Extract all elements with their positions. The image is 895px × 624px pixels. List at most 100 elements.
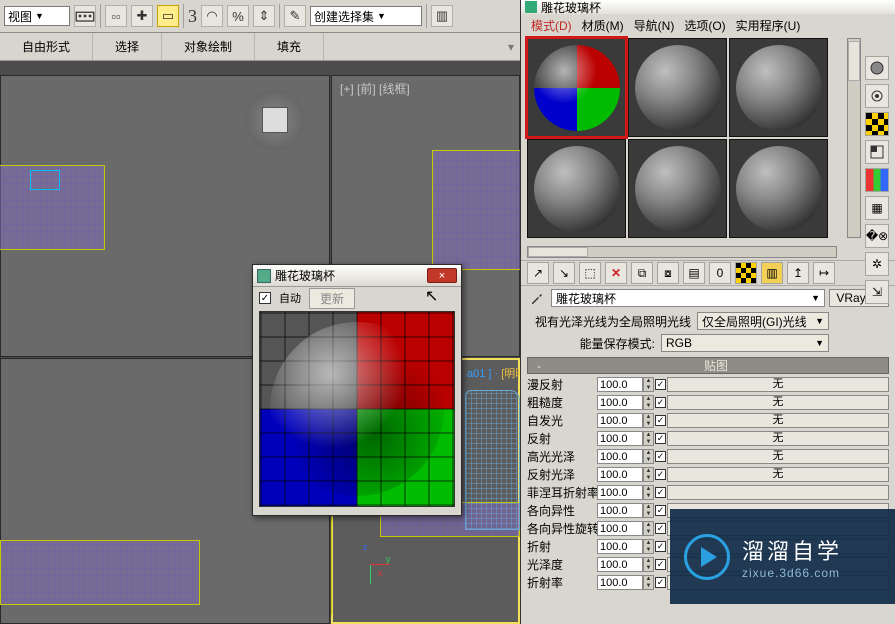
backlight-icon[interactable] [865,84,889,108]
map-enable-checkbox[interactable]: ✓ [655,505,666,516]
map-enable-checkbox[interactable]: ✓ [655,397,666,408]
menu-nav[interactable]: 导航(N) [630,16,679,35]
map-amount-spinner[interactable]: ▲▼ [643,503,654,518]
material-slot-4[interactable] [527,139,626,238]
map-enable-checkbox[interactable]: ✓ [655,541,666,552]
create-selection-set-dropdown[interactable]: 创建选择集▼ [310,6,422,26]
ribbon-collapse-icon[interactable]: ▾ [508,40,520,54]
map-slot-button[interactable] [667,485,889,500]
map-slot-button[interactable]: 无 [667,413,889,428]
make-copy-icon[interactable]: ⧉ [631,262,653,284]
spinner-snap-icon[interactable]: ⇕ [253,5,275,27]
map-amount-input[interactable]: 100.0 [597,521,643,536]
map-enable-checkbox[interactable]: ✓ [655,451,666,462]
tab-fill[interactable]: 填充 [255,33,324,60]
gi-rays-dropdown[interactable]: 仅全局照明(GI)光线▼ [697,312,829,330]
material-slot-6[interactable] [729,139,828,238]
viewcube[interactable] [245,90,305,150]
map-amount-input[interactable]: 100.0 [597,485,643,500]
map-amount-spinner[interactable]: ▲▼ [643,557,654,572]
go-forward-icon[interactable]: ↦ [813,262,835,284]
material-map-navigator-icon[interactable]: ⇲ [865,280,889,304]
map-enable-checkbox[interactable]: ✓ [655,559,666,570]
map-slot-button[interactable]: 无 [667,467,889,482]
map-amount-spinner[interactable]: ▲▼ [643,449,654,464]
map-amount-spinner[interactable]: ▲▼ [643,467,654,482]
map-slot-button[interactable]: 无 [667,377,889,392]
menu-util[interactable]: 实用程序(U) [732,16,805,35]
map-amount-input[interactable]: 100.0 [597,377,643,392]
map-amount-input[interactable]: 100.0 [597,467,643,482]
named-sel-edit-icon[interactable]: ✎ [284,5,306,27]
background-checker-icon[interactable] [865,112,889,136]
tab-freeform[interactable]: 自由形式 [0,33,93,60]
map-amount-input[interactable]: 100.0 [597,539,643,554]
menu-material[interactable]: 材质(M) [578,16,628,35]
material-editor-titlebar[interactable]: 雕花玻璃杯 [521,0,895,14]
map-enable-checkbox[interactable]: ✓ [655,379,666,390]
material-slot-5[interactable] [628,139,727,238]
map-enable-checkbox[interactable]: ✓ [655,577,666,588]
go-to-parent-icon[interactable]: ↥ [787,262,809,284]
map-amount-spinner[interactable]: ▲▼ [643,521,654,536]
material-id-icon[interactable]: 0 [709,262,731,284]
map-amount-input[interactable]: 100.0 [597,503,643,518]
map-enable-checkbox[interactable]: ✓ [655,523,666,534]
auto-checkbox[interactable]: ✓ [259,292,271,304]
preview-titlebar[interactable]: 雕花玻璃杯 × [253,265,461,287]
map-amount-input[interactable]: 100.0 [597,575,643,590]
pick-material-icon[interactable] [527,288,547,308]
map-amount-spinner[interactable]: ▲▼ [643,539,654,554]
map-slot-button[interactable]: 无 [667,431,889,446]
map-amount-spinner[interactable]: ▲▼ [643,377,654,392]
sample-type-icon[interactable] [865,56,889,80]
tab-objpaint[interactable]: 对象绘制 [162,33,255,60]
camera-marker[interactable] [30,170,60,190]
map-amount-spinner[interactable]: ▲▼ [643,395,654,410]
map-amount-input[interactable]: 100.0 [597,557,643,572]
menu-options[interactable]: 选项(O) [680,16,729,35]
angle-snap-icon[interactable]: ◠ [201,5,223,27]
make-unique-icon[interactable]: ⧇ [657,262,679,284]
material-slot-3[interactable] [729,38,828,137]
material-name-dropdown[interactable]: 雕花玻璃杯▼ [551,289,825,307]
map-amount-spinner[interactable]: ▲▼ [643,485,654,500]
slots-horizontal-scrollbar[interactable] [527,246,837,258]
map-enable-checkbox[interactable]: ✓ [655,433,666,444]
snap-cross-icon[interactable]: ✚ [131,5,153,27]
map-amount-spinner[interactable]: ▲▼ [643,413,654,428]
view-dropdown[interactable]: 视图▼ [4,6,70,26]
reset-map-icon[interactable]: ✕ [605,262,627,284]
tab-select[interactable]: 选择 [93,33,162,60]
map-amount-spinner[interactable]: ▲▼ [643,575,654,590]
map-amount-input[interactable]: 100.0 [597,395,643,410]
snap-face-icon[interactable]: ▭ [157,5,179,27]
select-by-material-icon[interactable]: ✲ [865,252,889,276]
axis-gizmo[interactable]: zyx [350,544,390,584]
assign-to-selection-icon[interactable]: ⬚ [579,262,601,284]
make-preview-icon[interactable]: ▦ [865,196,889,220]
material-slot-2[interactable] [628,38,727,137]
map-enable-checkbox[interactable]: ✓ [655,469,666,480]
sample-uv-icon[interactable] [865,140,889,164]
map-amount-input[interactable]: 100.0 [597,431,643,446]
percent-snap-icon[interactable]: % [227,5,249,27]
map-slot-button[interactable]: 无 [667,395,889,410]
wire-object-b[interactable] [432,150,522,270]
put-to-scene-icon[interactable]: ↘ [553,262,575,284]
show-map-in-viewport-icon[interactable] [735,262,757,284]
wire-object-c[interactable] [0,540,200,605]
keyboard-toggle-icon[interactable] [74,5,96,27]
snap-group-icon[interactable]: ▫▫ [105,5,127,27]
map-enable-checkbox[interactable]: ✓ [655,487,666,498]
put-to-library-icon[interactable]: ▤ [683,262,705,284]
material-slot-1[interactable] [527,38,626,137]
get-material-icon[interactable]: ↗ [527,262,549,284]
map-amount-input[interactable]: 100.0 [597,449,643,464]
maps-rollout-header[interactable]: - 贴图 [527,357,889,374]
map-amount-input[interactable]: 100.0 [597,413,643,428]
map-slot-button[interactable]: 无 [667,449,889,464]
preview-close-button[interactable]: × [427,268,457,283]
map-enable-checkbox[interactable]: ✓ [655,415,666,426]
show-end-result-icon[interactable]: ▥ [761,262,783,284]
